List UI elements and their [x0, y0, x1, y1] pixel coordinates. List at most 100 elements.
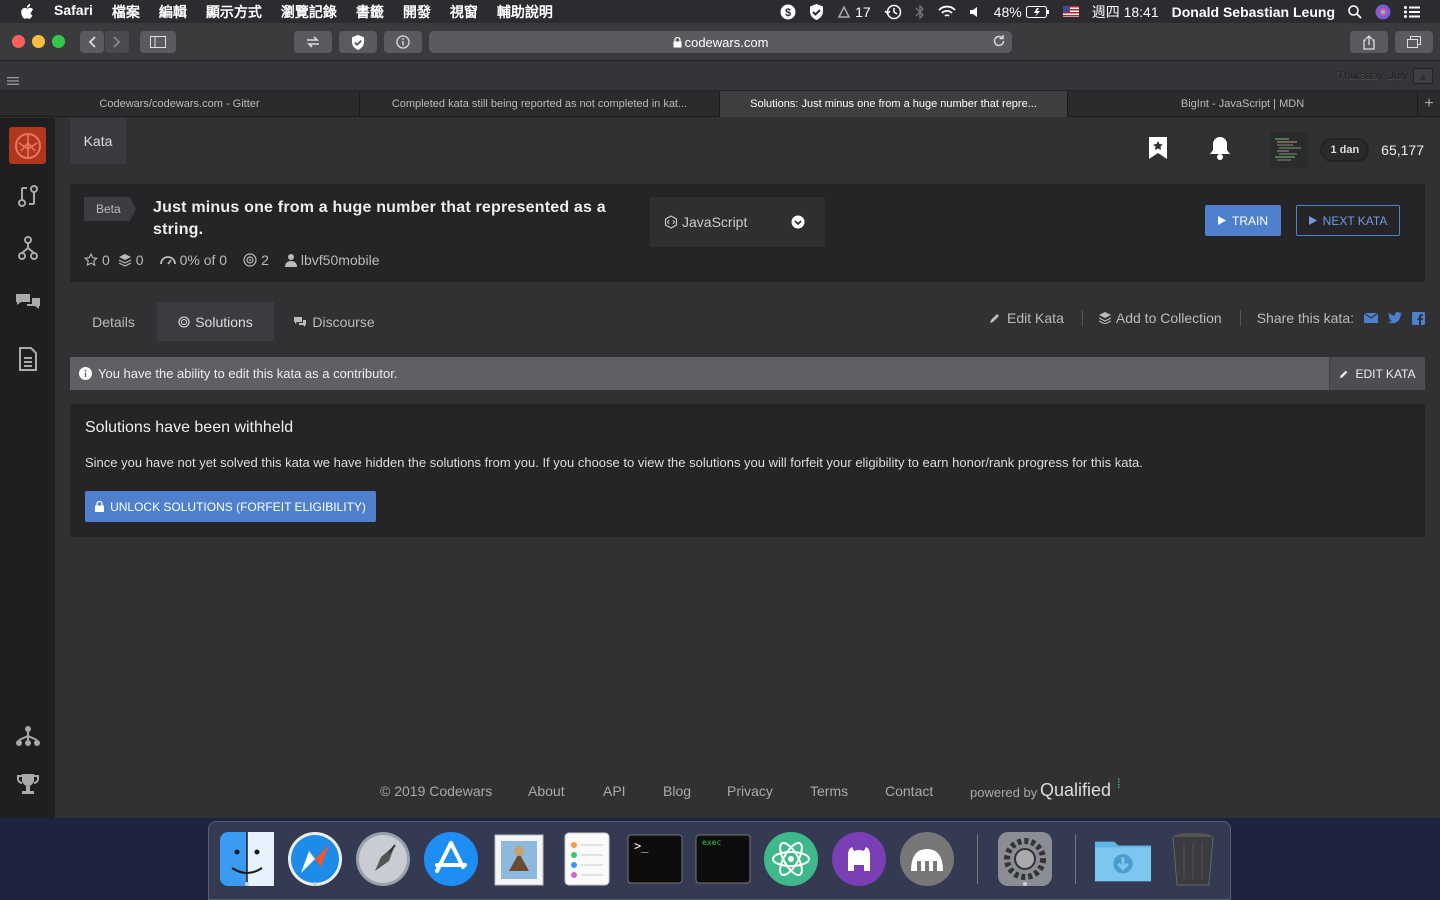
edit-kata-button[interactable]: EDIT KATA — [1329, 357, 1425, 390]
address-bar[interactable]: codewars.com — [429, 31, 1012, 53]
footer-blog-link[interactable]: Blog — [663, 783, 691, 799]
browser-tab-solutions[interactable]: Solutions: Just minus one from a huge nu… — [720, 91, 1068, 117]
sidebar-toggle-button[interactable] — [140, 31, 176, 53]
zoom-window-button[interactable] — [52, 35, 65, 48]
browser-tab-bigint-mdn[interactable]: BigInt - JavaScript | MDN — [1068, 91, 1418, 117]
twitter-icon[interactable] — [1388, 312, 1402, 324]
codewars-logo-icon[interactable] — [9, 127, 46, 164]
footer-terms-link[interactable]: Terms — [810, 783, 848, 799]
footer-api-link[interactable]: API — [603, 783, 626, 799]
finder-dock-icon[interactable] — [218, 830, 276, 888]
github-desktop-dock-icon[interactable] — [830, 830, 888, 888]
dollar-icon[interactable]: $ — [780, 4, 796, 20]
shield-check-icon[interactable] — [809, 3, 824, 20]
calendar-icon[interactable]: 4 — [1413, 68, 1433, 84]
browser-tab-gitter[interactable]: Codewars/codewars.com - Gitter — [0, 91, 360, 117]
menu-develop[interactable]: 開發 — [403, 2, 431, 22]
menu-edit[interactable]: 編輯 — [159, 2, 187, 22]
app-store-dock-icon[interactable] — [422, 830, 480, 888]
menubar-clock[interactable]: 週四 18:41 — [1092, 2, 1159, 22]
arrows-swap-icon — [307, 36, 319, 48]
menu-file[interactable]: 檔案 — [112, 2, 140, 22]
community-icon[interactable] — [14, 722, 42, 750]
bluetooth-icon[interactable] — [915, 3, 925, 20]
adblock-button[interactable] — [339, 31, 377, 53]
hamburger-menu-icon[interactable] — [7, 72, 19, 90]
honor-score[interactable]: 65,177 — [1381, 142, 1424, 158]
menu-history[interactable]: 瀏覽記錄 — [281, 2, 337, 22]
author-link[interactable]: lbvf50mobile — [284, 252, 379, 268]
collections-stat[interactable]: 0 — [118, 252, 144, 268]
menu-view[interactable]: 顯示方式 — [206, 2, 262, 22]
rank-votes-stat[interactable]: 2 — [243, 252, 269, 268]
info-button[interactable] — [384, 31, 422, 53]
siri-icon[interactable] — [1375, 4, 1391, 20]
terminal-dock-icon[interactable]: >_ — [626, 830, 684, 888]
tab-discourse[interactable]: Discourse — [284, 302, 384, 341]
tab-discourse-label: Discourse — [312, 313, 375, 330]
spotlight-icon[interactable] — [1348, 4, 1362, 19]
system-preferences-dock-icon[interactable] — [996, 830, 1054, 888]
sequel-pro-dock-icon[interactable] — [898, 830, 956, 888]
bookmark-icon[interactable] — [1148, 136, 1168, 165]
unlock-solutions-button[interactable]: UNLOCK SOLUTIONS (FORFEIT ELIGIBILITY) — [85, 491, 376, 522]
show-tabs-button[interactable] — [1395, 31, 1433, 53]
new-tab-button[interactable]: + — [1418, 91, 1440, 116]
extension-arrows-button[interactable] — [294, 31, 332, 53]
share-button[interactable] — [1350, 31, 1388, 53]
mail-dock-icon[interactable] — [490, 830, 548, 888]
discussions-icon[interactable] — [14, 288, 42, 316]
add-to-collection-link[interactable]: Add to Collection — [1098, 310, 1222, 326]
notification-center-icon[interactable] — [1404, 5, 1420, 18]
menubar-user[interactable]: Donald Sebastian Leung — [1172, 4, 1335, 20]
footer-about-link[interactable]: About — [528, 783, 565, 799]
trash-dock-icon[interactable] — [1164, 830, 1222, 888]
wifi-icon[interactable] — [938, 5, 956, 19]
stars-stat[interactable]: 0 — [84, 252, 110, 268]
menu-safari[interactable]: Safari — [54, 2, 93, 22]
satisfaction-stat[interactable]: 0% of 0 — [159, 252, 227, 268]
notifications-bell-icon[interactable] — [1208, 135, 1232, 166]
time-machine-icon[interactable] — [884, 4, 902, 20]
rank-badge[interactable]: 1 dan — [1320, 138, 1370, 162]
qualified-logo[interactable]: Qualified — [1040, 780, 1111, 801]
launchpad-dock-icon[interactable] — [354, 830, 412, 888]
notifications-indicator[interactable]: 17 — [837, 4, 871, 20]
close-window-button[interactable] — [12, 35, 25, 48]
menu-help[interactable]: 輔助說明 — [497, 2, 553, 22]
reload-icon[interactable] — [992, 34, 1006, 48]
input-source-flag-icon[interactable] — [1062, 6, 1079, 17]
user-avatar[interactable] — [1270, 132, 1309, 168]
header-kata-tab[interactable]: Kata — [70, 118, 126, 164]
atom-dock-icon[interactable] — [762, 830, 820, 888]
leaderboard-trophy-icon[interactable] — [14, 770, 42, 798]
browser-tab-kata-issue[interactable]: Completed kata still being reported as n… — [360, 91, 720, 117]
stars-count: 0 — [102, 252, 110, 268]
kata-tree-icon[interactable] — [14, 234, 42, 262]
email-icon[interactable] — [1364, 313, 1378, 323]
next-kata-button[interactable]: NEXT KATA — [1296, 205, 1400, 236]
apple-menu-icon[interactable] — [20, 3, 38, 20]
reminders-dock-icon[interactable] — [558, 830, 616, 888]
facebook-icon[interactable] — [1412, 311, 1425, 325]
menu-window[interactable]: 視窗 — [450, 2, 478, 22]
practice-icon[interactable] — [14, 182, 42, 210]
exec-terminal-dock-icon[interactable]: exec — [694, 830, 752, 888]
language-select[interactable]: JavaScript — [650, 197, 825, 247]
footer-privacy-link[interactable]: Privacy — [727, 783, 773, 799]
downloads-folder-dock-icon[interactable] — [1094, 830, 1152, 888]
battery-indicator[interactable]: 48% — [994, 4, 1050, 20]
minimize-window-button[interactable] — [32, 35, 45, 48]
pencil-icon — [990, 314, 1000, 323]
docs-icon[interactable] — [14, 345, 42, 373]
forward-button[interactable] — [105, 31, 129, 53]
menu-bookmarks[interactable]: 書籤 — [356, 2, 384, 22]
safari-dock-icon[interactable] — [286, 830, 344, 888]
edit-kata-link[interactable]: Edit Kata — [989, 310, 1064, 326]
back-button[interactable] — [80, 31, 104, 53]
tab-solutions[interactable]: Solutions — [157, 302, 274, 341]
volume-icon[interactable] — [969, 6, 981, 18]
train-button[interactable]: TRAIN — [1205, 205, 1281, 236]
footer-contact-link[interactable]: Contact — [885, 783, 933, 799]
tab-details[interactable]: Details — [70, 302, 157, 341]
